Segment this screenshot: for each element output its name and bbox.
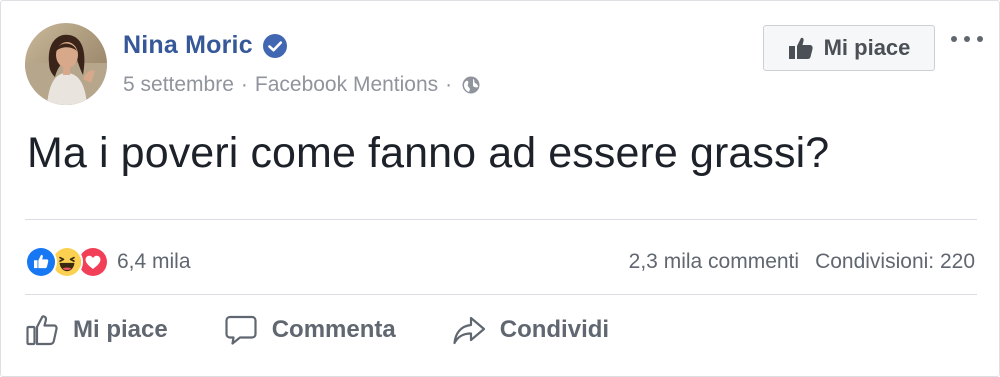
like-page-button[interactable]: Mi piace (763, 25, 935, 71)
meta-separator: · (240, 73, 248, 96)
dot-icon (951, 36, 957, 42)
like-page-label: Mi piace (823, 35, 911, 60)
comment-button[interactable]: Commenta (224, 313, 396, 347)
like-button[interactable]: Mi piace (25, 313, 168, 347)
post-meta: 5 settembre · Facebook Mentions · (123, 73, 481, 97)
thumbs-up-icon (788, 37, 813, 59)
meta-separator: · (445, 73, 453, 96)
more-options-icon[interactable] (951, 27, 983, 51)
share-arrow-icon (453, 316, 485, 345)
author-name[interactable]: Nina Moric (123, 31, 253, 60)
reactions-summary[interactable]: 6,4 mila (25, 246, 191, 278)
dot-icon (964, 36, 970, 42)
like-label: Mi piace (73, 316, 168, 343)
dot-icon (977, 36, 983, 42)
comment-icon (225, 315, 257, 345)
like-icon (25, 246, 57, 278)
comment-label: Commenta (271, 316, 396, 343)
action-bar: Mi piace Commenta Condividi (25, 313, 609, 347)
author-line: Nina Moric (123, 31, 287, 60)
share-label: Condividi (499, 316, 610, 343)
comments-count[interactable]: 2,3 mila commenti (629, 250, 799, 274)
divider (25, 294, 977, 295)
post-source[interactable]: Facebook Mentions (255, 73, 438, 97)
post-text: Ma i poveri come fanno ad essere grassi? (27, 129, 830, 177)
divider (25, 219, 977, 220)
reaction-count[interactable]: 6,4 mila (117, 250, 191, 274)
shares-count[interactable]: Condivisioni: 220 (815, 250, 975, 274)
engagement-stats: 2,3 mila commenti Condivisioni: 220 (629, 250, 975, 274)
verified-badge-icon (262, 33, 287, 58)
post-card: Nina Moric 5 settembre · Facebook Mentio… (0, 0, 1000, 377)
share-button[interactable]: Condividi (452, 313, 609, 347)
author-avatar[interactable] (25, 23, 107, 105)
post-date[interactable]: 5 settembre (123, 73, 234, 97)
thumbs-up-outline-icon (26, 315, 58, 346)
globe-icon[interactable] (461, 75, 481, 95)
avatar-image (25, 23, 107, 105)
